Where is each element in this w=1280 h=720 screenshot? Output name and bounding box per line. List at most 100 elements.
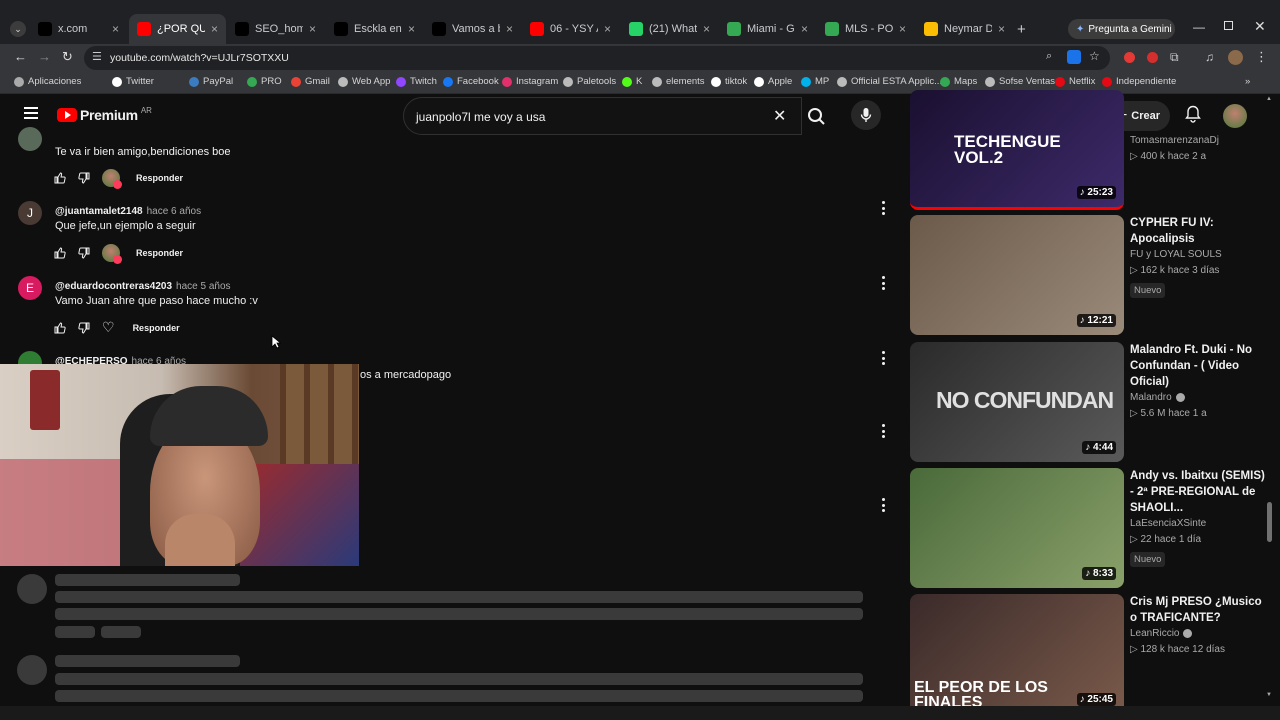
video-card[interactable]: NO CONFUNDAN ♪ 4:44 Malandro Ft. Duki - No… bbox=[910, 342, 1272, 462]
bookmark-item[interactable]: Netflix bbox=[1055, 76, 1095, 87]
hamburger-menu-icon[interactable] bbox=[24, 107, 38, 119]
video-title[interactable]: Malandro Ft. Duki - No Confundan - ( Vid… bbox=[1130, 342, 1270, 390]
video-thumbnail[interactable]: ♪ 12:21 bbox=[910, 215, 1124, 335]
bookmark-item[interactable]: tiktok bbox=[711, 76, 747, 87]
commenter-handle[interactable]: @juantamalet2148 bbox=[55, 206, 143, 217]
bookmark-item[interactable]: Independiente bbox=[1102, 76, 1176, 87]
close-tab-icon[interactable]: × bbox=[604, 22, 611, 36]
commenter-handle[interactable]: @eduardocontreras4203 bbox=[55, 281, 172, 292]
zoom-icon[interactable]: ⌕ bbox=[1046, 50, 1052, 63]
close-tab-icon[interactable]: × bbox=[801, 22, 808, 36]
browser-tab[interactable]: ¿POR QUÉ ME × bbox=[129, 14, 226, 44]
dislike-icon[interactable] bbox=[78, 322, 90, 334]
comment-menu-icon[interactable] bbox=[880, 276, 886, 290]
browser-tab[interactable]: Neymar De Ol × bbox=[916, 14, 1013, 44]
youtube-logo[interactable]: Premium AR bbox=[57, 106, 152, 123]
bookmark-item[interactable]: Twitch bbox=[396, 76, 437, 87]
bookmark-item[interactable]: K bbox=[622, 76, 642, 87]
like-icon[interactable] bbox=[54, 321, 66, 334]
dislike-icon[interactable] bbox=[78, 247, 90, 259]
scroll-up-arrow[interactable]: ▲ bbox=[1266, 96, 1272, 102]
browser-tab[interactable]: x.com × bbox=[30, 14, 127, 44]
video-card[interactable]: TECHENGUE VOL.2 ♪ 25:23TECHENGUE VOL.2 Tom… bbox=[910, 90, 1272, 210]
bookmark-item[interactable]: Official ESTA Applic... bbox=[837, 76, 942, 87]
new-tab-button[interactable]: + bbox=[1017, 21, 1026, 38]
channel-name[interactable]: FU y LOYAL SOULS bbox=[1130, 249, 1222, 260]
video-title[interactable]: CYPHER FU IV: Apocalipsis bbox=[1130, 215, 1270, 247]
video-title[interactable]: Cris Mj PRESO ¿Musico o TRAFICANTE? bbox=[1130, 594, 1270, 626]
bookmark-item[interactable]: Apple bbox=[754, 76, 792, 87]
bookmark-star-icon[interactable]: ☆ bbox=[1089, 49, 1100, 63]
video-card[interactable]: ♪ 12:21 CYPHER FU IV: Apocalipsis FU y LOY… bbox=[910, 215, 1272, 335]
search-input[interactable]: juanpolo7l me voy a usa bbox=[416, 110, 545, 124]
scroll-down-arrow[interactable]: ▼ bbox=[1266, 692, 1272, 698]
tab-search-button[interactable]: ⌄ bbox=[10, 21, 26, 37]
reply-button[interactable]: Responder bbox=[136, 173, 183, 183]
bookmark-item[interactable]: Instagram bbox=[502, 76, 558, 87]
profile-avatar[interactable] bbox=[1228, 50, 1243, 65]
bookmark-item[interactable]: elements bbox=[652, 76, 705, 87]
comment-menu-icon[interactable] bbox=[880, 201, 886, 215]
browser-tab[interactable]: Esckla en X: "L × bbox=[326, 14, 423, 44]
reply-button[interactable]: Responder bbox=[136, 248, 183, 258]
bookmark-item[interactable]: Maps bbox=[940, 76, 977, 87]
browser-tab[interactable]: 06 - YSY A - Ti × bbox=[522, 14, 619, 44]
browser-tab[interactable]: Miami - Goog × bbox=[719, 14, 816, 44]
reload-icon[interactable]: ↻ bbox=[62, 49, 73, 65]
bookmark-item[interactable]: Gmail bbox=[291, 76, 330, 87]
dislike-icon[interactable] bbox=[78, 172, 90, 184]
back-arrow-icon[interactable]: ← bbox=[14, 49, 27, 64]
channel-name[interactable]: Malandro bbox=[1130, 392, 1185, 403]
comment-menu-icon[interactable] bbox=[880, 351, 886, 365]
browser-tab[interactable]: MLS - POSICI × bbox=[817, 14, 914, 44]
commenter-avatar[interactable]: J bbox=[18, 201, 42, 225]
bookmark-item[interactable]: Facebook bbox=[443, 76, 499, 87]
maximize-button[interactable] bbox=[1224, 21, 1233, 30]
close-tab-icon[interactable]: × bbox=[998, 22, 1005, 36]
close-tab-icon[interactable]: × bbox=[408, 22, 415, 36]
video-title[interactable]: Andy vs. Ibaitxu (SEMIS) - 2ª PRE-REGION… bbox=[1130, 468, 1270, 516]
site-info-icon[interactable]: ☰ bbox=[92, 50, 102, 63]
bookmark-item[interactable]: PayPal bbox=[189, 76, 233, 87]
video-thumbnail[interactable]: EL PEOR DE LOS FINALES ♪ 25:45 bbox=[910, 594, 1124, 714]
reply-button[interactable]: Responder bbox=[133, 323, 180, 333]
heart-icon[interactable]: ♡ bbox=[102, 319, 115, 336]
channel-name[interactable]: LeanRiccio bbox=[1130, 628, 1193, 639]
close-tab-icon[interactable]: × bbox=[703, 22, 710, 36]
close-tab-icon[interactable]: × bbox=[309, 22, 316, 36]
comment-menu-icon[interactable] bbox=[880, 498, 886, 512]
clear-search-icon[interactable]: ✕ bbox=[773, 106, 786, 126]
close-tab-icon[interactable]: × bbox=[112, 22, 119, 36]
close-tab-icon[interactable]: × bbox=[506, 22, 513, 36]
bookmark-item[interactable]: PRO bbox=[247, 76, 282, 87]
sidebar-scrollbar[interactable] bbox=[1267, 502, 1272, 542]
voice-search-button[interactable] bbox=[851, 100, 881, 130]
media-control-icon[interactable]: ♫ bbox=[1205, 50, 1214, 64]
gemini-button[interactable]: ✦ Pregunta a Gemini bbox=[1068, 19, 1175, 39]
close-tab-icon[interactable]: × bbox=[211, 22, 218, 36]
extension-icon[interactable] bbox=[1147, 52, 1158, 63]
browser-tab[interactable]: SEO_homepag × bbox=[227, 14, 324, 44]
bookmark-item[interactable]: Sofse Ventas bbox=[985, 76, 1055, 87]
translate-icon[interactable] bbox=[1067, 50, 1081, 64]
bookmark-item[interactable]: Twitter bbox=[112, 76, 154, 87]
menu-dots-icon[interactable]: ⋮ bbox=[1255, 49, 1268, 65]
video-thumbnail[interactable]: NO CONFUNDAN ♪ 4:44 bbox=[910, 342, 1124, 462]
browser-tab[interactable]: Vamos a busc × bbox=[424, 14, 521, 44]
comment-menu-icon[interactable] bbox=[880, 424, 886, 438]
more-bookmarks-icon[interactable]: » bbox=[1245, 76, 1250, 87]
video-card[interactable]: EL PEOR DE LOS FINALES ♪ 25:45 Cris Mj PRE… bbox=[910, 594, 1272, 714]
forward-arrow-icon[interactable]: → bbox=[38, 49, 51, 64]
channel-name[interactable]: LaEsenciaXSinte bbox=[1130, 518, 1206, 529]
close-tab-icon[interactable]: × bbox=[899, 22, 906, 36]
comment-date[interactable]: hace 5 años bbox=[176, 281, 231, 292]
bookmark-item[interactable]: MP bbox=[801, 76, 829, 87]
browser-tab[interactable]: (21) WhatsApp × bbox=[621, 14, 718, 44]
comment-date[interactable]: hace 6 años bbox=[147, 206, 202, 217]
minimize-button[interactable]: — bbox=[1193, 20, 1205, 34]
like-icon[interactable] bbox=[54, 172, 66, 184]
extension-icon[interactable] bbox=[1124, 52, 1135, 63]
bookmark-item[interactable]: Paletools bbox=[563, 76, 616, 87]
like-icon[interactable] bbox=[54, 247, 66, 259]
video-card[interactable]: ♪ 8:33 Andy vs. Ibaitxu (SEMIS) - 2ª PRE-… bbox=[910, 468, 1272, 588]
